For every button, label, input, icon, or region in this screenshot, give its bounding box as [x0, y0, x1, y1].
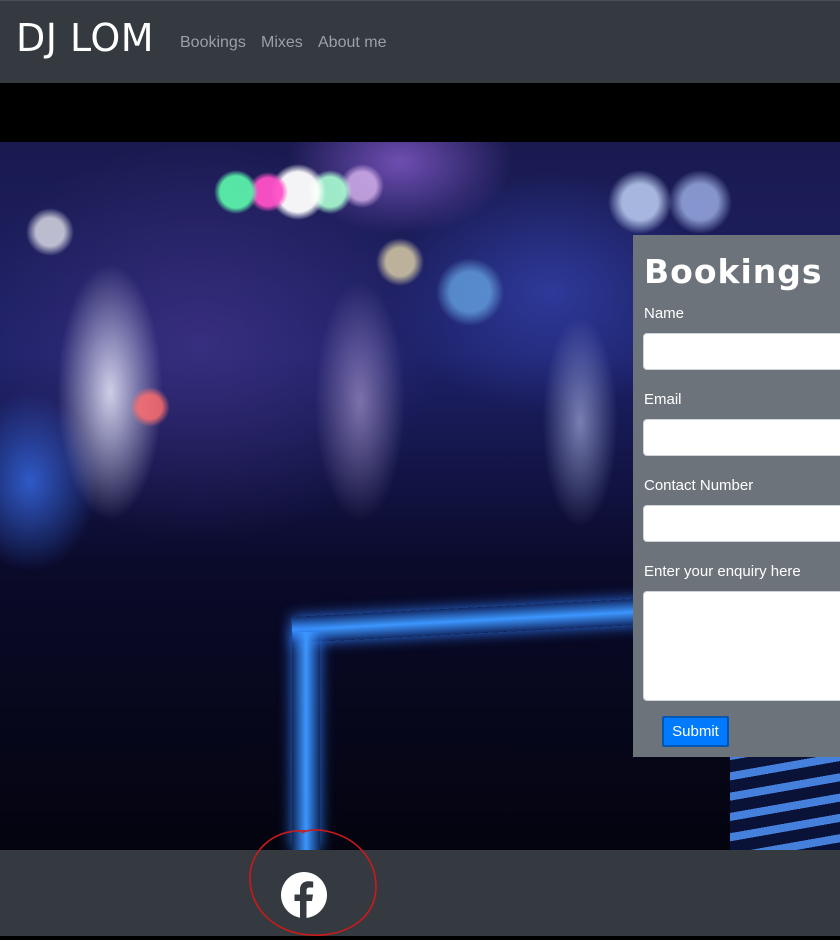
- name-label: Name: [644, 305, 685, 322]
- booking-form-title: Bookings: [644, 252, 823, 291]
- contact-number-label: Contact Number: [644, 477, 754, 494]
- enquiry-textarea[interactable]: [643, 591, 840, 701]
- nav-link-mixes[interactable]: Mixes: [261, 34, 303, 52]
- name-input[interactable]: [643, 333, 840, 370]
- submit-button[interactable]: Submit: [662, 716, 729, 747]
- hero-light-strip-vertical: [292, 632, 320, 850]
- header-spacer: [0, 83, 840, 142]
- enquiry-label: Enter your enquiry here: [644, 563, 801, 580]
- nav-link-about-me[interactable]: About me: [318, 34, 386, 52]
- facebook-icon[interactable]: [280, 871, 328, 919]
- navbar: DJ LOM Bookings Mixes About me: [0, 0, 840, 83]
- nav-link-bookings[interactable]: Bookings: [180, 34, 246, 52]
- contact-number-input[interactable]: [643, 505, 840, 542]
- brand-logo[interactable]: DJ LOM: [16, 19, 154, 57]
- email-input[interactable]: [643, 419, 840, 456]
- booking-form-panel: Bookings Name Email Contact Number Enter…: [633, 235, 840, 757]
- footer: [0, 850, 840, 936]
- email-label: Email: [644, 391, 682, 408]
- hero-dj-equipment: [730, 752, 840, 850]
